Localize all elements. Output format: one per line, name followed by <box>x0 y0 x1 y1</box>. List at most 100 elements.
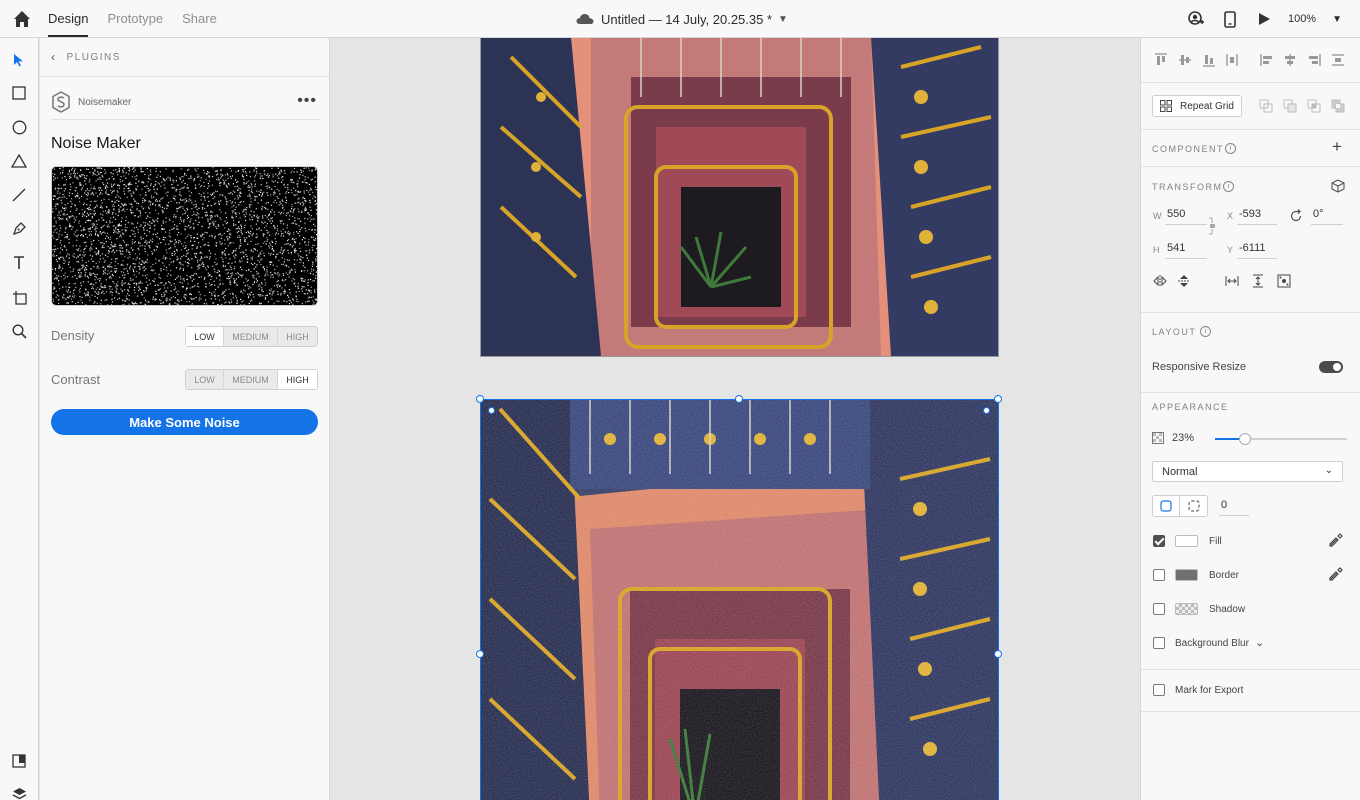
blend-mode-dropdown[interactable]: Normal ⌄ <box>1152 461 1343 482</box>
height-field[interactable]: 541 <box>1165 241 1207 259</box>
boolean-subtract-icon[interactable] <box>1283 99 1297 113</box>
assets-icon[interactable] <box>9 751 29 771</box>
layers-icon[interactable] <box>9 784 29 800</box>
x-position-field[interactable]: -593 <box>1237 207 1277 225</box>
artboard-icon[interactable] <box>9 287 29 307</box>
mark-for-export-label: Mark for Export <box>1175 685 1244 696</box>
staircase-image-original[interactable] <box>480 38 999 357</box>
boolean-intersect-icon[interactable] <box>1307 99 1321 113</box>
opacity-value[interactable]: 23% <box>1172 432 1194 444</box>
align-top-icon[interactable] <box>1154 53 1168 67</box>
chevron-down-icon: ▼ <box>778 13 788 25</box>
document-title-menu[interactable]: Untitled — 14 July, 20.25.35 * ▼ <box>576 0 788 38</box>
info-icon[interactable]: i <box>1200 326 1211 337</box>
shadow-swatch[interactable] <box>1175 603 1198 615</box>
distribute-vertical-icon[interactable] <box>1225 53 1239 67</box>
distribute-horizontal-icon[interactable] <box>1331 53 1345 67</box>
align-bottom-icon[interactable] <box>1202 53 1216 67</box>
document-title: Untitled — 14 July, 20.25.35 * <box>601 11 773 27</box>
align-left-icon[interactable] <box>1260 53 1274 67</box>
lock-aspect-icon[interactable] <box>1207 217 1217 235</box>
back-chevron-icon[interactable]: ‹ <box>51 50 57 64</box>
fill-label: Fill <box>1209 536 1222 547</box>
eyedropper-icon[interactable] <box>1329 533 1343 547</box>
rotation-field[interactable]: 0° <box>1311 207 1343 225</box>
plugin-row: Noisemaker ••• <box>51 85 319 120</box>
contrast-medium-option[interactable]: MEDIUM <box>224 370 278 389</box>
plugin-name: Noisemaker <box>78 96 132 108</box>
zoom-icon[interactable] <box>9 321 29 341</box>
line-icon[interactable] <box>9 185 29 205</box>
mark-for-export-checkbox[interactable] <box>1153 684 1165 696</box>
width-field[interactable]: 550 <box>1165 207 1207 225</box>
density-high-option[interactable]: HIGH <box>278 327 317 346</box>
top-right-controls: 100% ▼ <box>1172 0 1342 38</box>
y-position-field[interactable]: -6111 <box>1237 241 1277 259</box>
density-low-option[interactable]: LOW <box>186 327 224 346</box>
rectangle-icon[interactable] <box>9 83 29 103</box>
text-icon[interactable] <box>9 253 29 273</box>
pen-icon[interactable] <box>9 219 29 239</box>
tab-share[interactable]: Share <box>182 0 217 38</box>
border-color-swatch[interactable] <box>1175 569 1198 581</box>
zoom-menu[interactable]: 100% ▼ <box>1288 13 1342 25</box>
contrast-segmented-control: LOW MEDIUM HIGH <box>185 369 318 390</box>
fill-checkbox[interactable] <box>1153 535 1165 547</box>
opacity-slider[interactable] <box>1215 433 1347 445</box>
width-label: W <box>1153 211 1162 221</box>
boolean-add-icon[interactable] <box>1259 99 1273 113</box>
individual-corner-radius-button[interactable] <box>1180 496 1207 516</box>
background-blur-label[interactable]: Background Blur <box>1175 638 1249 649</box>
design-canvas[interactable] <box>331 38 1139 800</box>
3d-transform-icon[interactable] <box>1331 179 1345 193</box>
distribute-spacing-horizontal-icon[interactable] <box>1225 274 1239 288</box>
x-label: X <box>1227 211 1234 221</box>
component-title: COMPONENT <box>1152 144 1224 154</box>
triangle-icon[interactable] <box>9 151 29 171</box>
play-icon[interactable] <box>1254 9 1274 29</box>
height-label: H <box>1153 245 1160 255</box>
shadow-checkbox[interactable] <box>1153 603 1165 615</box>
flip-vertical-icon[interactable] <box>1177 274 1191 288</box>
center-on-artboard-icon[interactable] <box>1277 274 1291 288</box>
staircase-image-noisy[interactable] <box>480 399 999 800</box>
more-options-icon[interactable]: ••• <box>297 92 317 110</box>
contrast-low-option[interactable]: LOW <box>186 370 224 389</box>
border-checkbox[interactable] <box>1153 569 1165 581</box>
share-user-icon[interactable] <box>1186 9 1206 29</box>
home-icon[interactable] <box>11 8 33 30</box>
tab-design[interactable]: Design <box>48 0 89 37</box>
repeat-grid-button[interactable]: Repeat Grid <box>1152 95 1242 117</box>
component-section: COMPONENT i + <box>1141 130 1360 167</box>
align-middle-icon[interactable] <box>1178 53 1192 67</box>
info-icon[interactable]: i <box>1223 181 1234 192</box>
select-icon[interactable] <box>9 50 29 70</box>
noisemaker-logo-icon <box>52 91 70 113</box>
distribute-spacing-vertical-icon[interactable] <box>1251 274 1265 288</box>
density-medium-option[interactable]: MEDIUM <box>224 327 278 346</box>
add-component-icon[interactable]: + <box>1332 137 1342 157</box>
uniform-corner-radius-button[interactable] <box>1153 496 1180 516</box>
opacity-icon <box>1152 432 1164 444</box>
alignment-section <box>1141 38 1360 83</box>
align-right-icon[interactable] <box>1307 53 1321 67</box>
align-center-icon[interactable] <box>1283 53 1297 67</box>
flip-horizontal-icon[interactable] <box>1153 274 1167 288</box>
make-some-noise-button[interactable]: Make Some Noise <box>51 409 318 435</box>
chevron-down-icon[interactable]: ⌄ <box>1255 636 1264 649</box>
contrast-label: Contrast <box>51 372 101 387</box>
background-blur-checkbox[interactable] <box>1153 637 1165 649</box>
corner-radius-field[interactable]: 0 <box>1219 498 1249 516</box>
responsive-resize-toggle[interactable] <box>1319 361 1343 373</box>
export-section <box>1141 670 1360 712</box>
contrast-high-option[interactable]: HIGH <box>278 370 317 389</box>
eyedropper-icon[interactable] <box>1329 567 1343 581</box>
boolean-exclude-icon[interactable] <box>1331 99 1345 113</box>
fill-color-swatch[interactable] <box>1175 535 1198 547</box>
device-preview-icon[interactable] <box>1220 9 1240 29</box>
mode-tabs: Design Prototype Share <box>48 0 236 38</box>
info-icon[interactable]: i <box>1225 143 1236 154</box>
repeat-grid-label: Repeat Grid <box>1180 100 1234 112</box>
tab-prototype[interactable]: Prototype <box>107 0 163 38</box>
ellipse-icon[interactable] <box>9 117 29 137</box>
